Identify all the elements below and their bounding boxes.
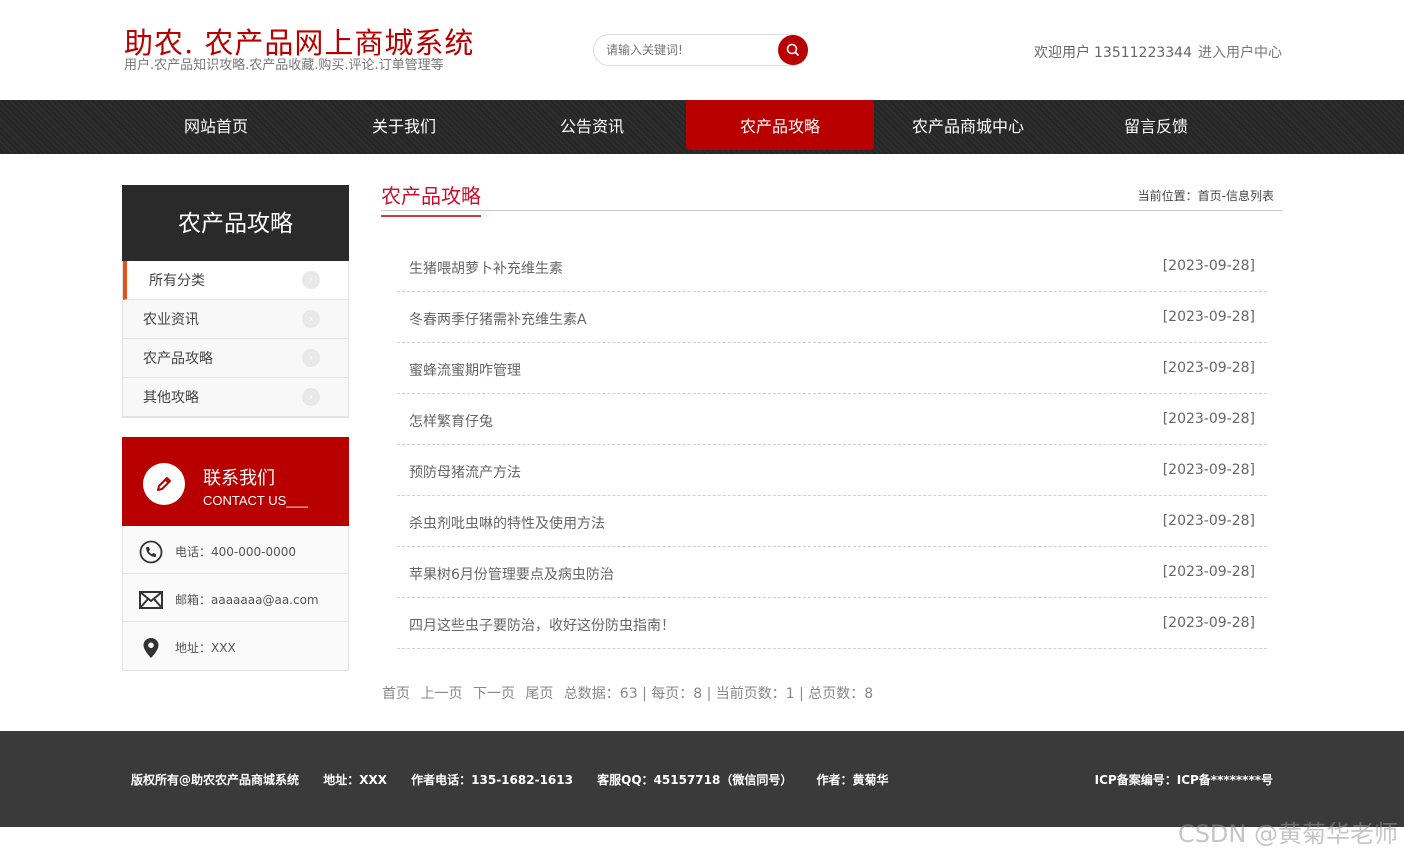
search-button[interactable] xyxy=(778,35,808,65)
list-item[interactable]: 蜜蜂流蜜期咋管理 [2023-09-28] xyxy=(397,343,1267,394)
article-date: [2023-09-28] xyxy=(1162,411,1255,427)
breadcrumb: 当前位置：首页-信息列表 xyxy=(1137,189,1274,203)
chevron-right-icon: › xyxy=(302,349,320,367)
email-text: 邮箱：aaaaaaa@aa.com xyxy=(175,593,319,607)
list-item[interactable]: 冬春两季仔猪需补充维生素A [2023-09-28] xyxy=(397,292,1267,343)
footer: 版权所有@助农农产品商城系统 地址：XXX 作者电话：135-1682-1613… xyxy=(0,731,1404,827)
article-date: [2023-09-28] xyxy=(1162,360,1255,376)
nav-mall[interactable]: 农产品商城中心 xyxy=(874,100,1062,154)
footer-author: 作者：黄菊华 xyxy=(816,773,889,787)
search-input[interactable] xyxy=(606,41,766,59)
contact-email: 邮箱：aaaaaaa@aa.com xyxy=(123,574,348,622)
chevron-right-icon: › xyxy=(302,388,320,406)
article-title[interactable]: 怎样繁育仔兔 xyxy=(409,411,493,431)
article-title[interactable]: 杀虫剂吡虫啉的特性及使用方法 xyxy=(409,513,605,533)
list-item[interactable]: 怎样繁育仔兔 [2023-09-28] xyxy=(397,394,1267,445)
pager-prev-link[interactable]: 上一页 xyxy=(420,686,462,702)
user-area: 欢迎用户 13511223344 进入用户中心 xyxy=(1030,42,1282,62)
pagination: 首页 上一页 下一页 尾页 总数据：63 | 每页：8 | 当前页数：1 | 总… xyxy=(382,683,873,703)
phone-icon xyxy=(138,540,164,564)
pager-first-link[interactable]: 首页 xyxy=(382,686,410,702)
sidebar-category-list: 所有分类 › 农业资讯 › 农产品攻略 › 其他攻略 › xyxy=(122,261,349,418)
contact-header: 联系我们 CONTACT US___ xyxy=(122,437,349,526)
sidebar-item-agri-news[interactable]: 农业资讯 › xyxy=(123,300,348,339)
list-item[interactable]: 生猪喂胡萝卜补充维生素 [2023-09-28] xyxy=(397,241,1267,292)
sidebar-item-label: 农产品攻略 xyxy=(143,351,213,367)
address-text: 地址：XXX xyxy=(175,641,236,655)
contact-subtitle: CONTACT US___ xyxy=(203,493,308,508)
chevron-right-icon: › xyxy=(302,310,320,328)
pager-next-link[interactable]: 下一页 xyxy=(473,686,515,702)
sidebar-item-label: 其他攻略 xyxy=(143,390,199,406)
nav-news[interactable]: 公告资讯 xyxy=(498,100,686,154)
sidebar-item-label: 农业资讯 xyxy=(143,312,199,328)
footer-service-qq: 客服QQ：45157718（微信同号） xyxy=(597,773,793,787)
article-title[interactable]: 预防母猪流产方法 xyxy=(409,462,521,482)
article-title[interactable]: 蜜蜂流蜜期咋管理 xyxy=(409,360,521,380)
article-date: [2023-09-28] xyxy=(1162,615,1255,631)
article-title[interactable]: 冬春两季仔猪需补充维生素A xyxy=(409,309,587,329)
sidebar-item-label: 所有分类 xyxy=(149,273,205,289)
sidebar-title: 农产品攻略 xyxy=(122,185,349,261)
article-date: [2023-09-28] xyxy=(1162,513,1255,529)
article-date: [2023-09-28] xyxy=(1162,309,1255,325)
article-title[interactable]: 生猪喂胡萝卜补充维生素 xyxy=(409,258,563,278)
sidebar-item-guides[interactable]: 农产品攻略 › xyxy=(123,339,348,378)
sidebar-item-all[interactable]: 所有分类 › xyxy=(123,261,348,300)
pencil-icon xyxy=(143,463,185,505)
nav-home[interactable]: 网站首页 xyxy=(122,100,310,154)
article-date: [2023-09-28] xyxy=(1162,258,1255,274)
header: 助农. 农产品网上商城系统 用户.农产品知识攻略.农产品收藏.购买.评论.订单管… xyxy=(0,0,1404,100)
list-item[interactable]: 预防母猪流产方法 [2023-09-28] xyxy=(397,445,1267,496)
search-box xyxy=(593,34,808,66)
list-item[interactable]: 杀虫剂吡虫啉的特性及使用方法 [2023-09-28] xyxy=(397,496,1267,547)
footer-address: 地址：XXX xyxy=(323,773,387,787)
list-item[interactable]: 苹果树6月份管理要点及病虫防治 [2023-09-28] xyxy=(397,547,1267,598)
location-pin-icon xyxy=(138,636,164,660)
nav-feedback[interactable]: 留言反馈 xyxy=(1062,100,1250,154)
title-divider xyxy=(381,210,1282,211)
contact-phone: 电话：400-000-0000 xyxy=(123,526,348,574)
pager-last-link[interactable]: 尾页 xyxy=(525,686,553,702)
site-subtitle: 用户.农产品知识攻略.农产品收藏.购买.评论.订单管理等 xyxy=(124,58,444,73)
footer-copyright: 版权所有@助农农产品商城系统 xyxy=(131,773,300,787)
article-date: [2023-09-28] xyxy=(1162,462,1255,478)
page-title: 农产品攻略 xyxy=(381,180,481,217)
footer-icp: ICP备案编号：ICP备********号 xyxy=(1094,773,1273,787)
search-icon xyxy=(786,43,800,57)
footer-author-phone: 作者电话：135-1682-1613 xyxy=(411,773,573,787)
pager-summary: 总数据：63 | 每页：8 | 当前页数：1 | 总页数：8 xyxy=(563,686,874,702)
user-center-link[interactable]: 进入用户中心 xyxy=(1198,45,1282,61)
username: 13511223344 xyxy=(1094,45,1192,61)
phone-text: 电话：400-000-0000 xyxy=(175,545,297,559)
contact-address: 地址：XXX xyxy=(123,622,348,670)
nav-about[interactable]: 关于我们 xyxy=(310,100,498,154)
main-nav: 网站首页 关于我们 公告资讯 农产品攻略 农产品商城中心 留言反馈 xyxy=(0,100,1404,154)
article-title[interactable]: 四月这些虫子要防治，收好这份防虫指南！ xyxy=(409,615,675,635)
contact-title: 联系我们 xyxy=(203,468,275,489)
sidebar-item-other[interactable]: 其他攻略 › xyxy=(123,378,348,417)
mail-icon xyxy=(138,588,164,612)
watermark: CSDN @黄菊华老师 xyxy=(1177,820,1398,848)
contact-list: 电话：400-000-0000 邮箱：aaaaaaa@aa.com 地址：XXX xyxy=(122,526,349,671)
list-item[interactable]: 四月这些虫子要防治，收好这份防虫指南！ [2023-09-28] xyxy=(397,598,1267,649)
article-list: 生猪喂胡萝卜补充维生素 [2023-09-28] 冬春两季仔猪需补充维生素A [… xyxy=(397,241,1267,649)
chevron-right-icon: › xyxy=(302,271,320,289)
welcome-text: 欢迎用户 xyxy=(1034,45,1091,61)
article-title[interactable]: 苹果树6月份管理要点及病虫防治 xyxy=(409,564,614,584)
article-date: [2023-09-28] xyxy=(1162,564,1255,580)
nav-guides[interactable]: 农产品攻略 xyxy=(686,100,874,150)
